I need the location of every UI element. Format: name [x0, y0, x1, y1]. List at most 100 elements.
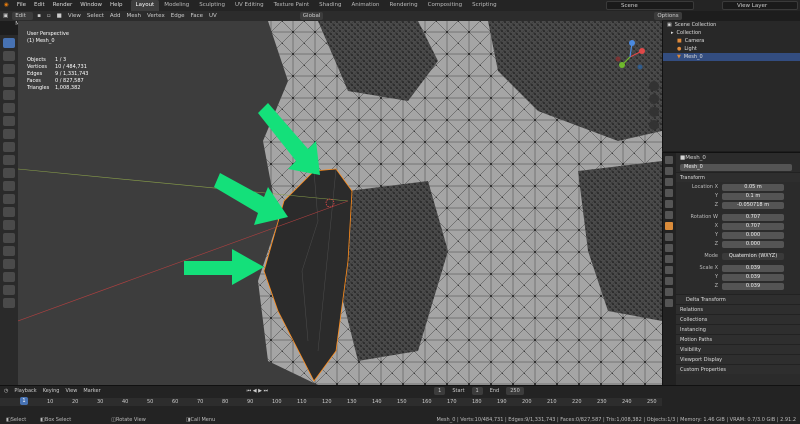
camera-view-icon[interactable]: [649, 107, 659, 117]
header-menu-view[interactable]: View: [65, 13, 84, 19]
add-cube-tool-icon[interactable]: [3, 142, 15, 152]
object-name-field[interactable]: Mesh_0: [680, 163, 792, 171]
start-frame-field[interactable]: 1: [471, 387, 483, 395]
measure-tool-icon[interactable]: [3, 129, 15, 139]
tab-texture-paint[interactable]: Texture Paint: [269, 0, 315, 11]
material-tab-icon[interactable]: [665, 288, 673, 296]
instancing-section[interactable]: Instancing: [676, 324, 800, 334]
location-y-field[interactable]: 0.1 m: [722, 192, 784, 200]
rotation-z-field[interactable]: 0.000: [722, 240, 784, 248]
outliner-scene-collection[interactable]: ▣ Scene Collection: [663, 21, 800, 29]
rotation-w-field[interactable]: 0.707: [722, 213, 784, 221]
tab-animation[interactable]: Animation: [346, 0, 384, 11]
editor-type-icon[interactable]: ▣: [0, 13, 11, 19]
frame-ruler[interactable]: 1102030405060708090100110120130140150160…: [0, 398, 662, 406]
transform-section-header[interactable]: Transform: [676, 172, 800, 182]
tab-scripting[interactable]: Scripting: [467, 0, 501, 11]
spin-tool-icon[interactable]: [3, 233, 15, 243]
scale-z-field[interactable]: 0.039: [722, 282, 784, 290]
mode-dropdown[interactable]: Edit Mode: [12, 12, 34, 27]
zoom-icon[interactable]: [649, 81, 659, 91]
select-mode-face-icon[interactable]: ■: [54, 13, 65, 19]
menu-edit[interactable]: Edit: [30, 0, 49, 11]
viewport-display-section[interactable]: Viewport Display: [676, 354, 800, 364]
tab-compositing[interactable]: Compositing: [423, 0, 467, 11]
location-x-field[interactable]: 0.05 m: [722, 183, 784, 191]
menu-help[interactable]: Help: [106, 0, 127, 11]
orientation-dropdown[interactable]: Global: [299, 12, 324, 20]
header-menu-select[interactable]: Select: [84, 13, 107, 19]
tab-uv-editing[interactable]: UV Editing: [230, 0, 269, 11]
scene-selector[interactable]: Scene: [606, 1, 694, 10]
select-mode-vertex-icon[interactable]: ▪: [34, 13, 44, 19]
annotate-tool-icon[interactable]: [3, 116, 15, 126]
particles-tab-icon[interactable]: [665, 244, 673, 252]
ortho-toggle-icon[interactable]: [649, 120, 659, 130]
outliner-mesh[interactable]: ▼ Mesh_0: [663, 53, 800, 61]
scale-tool-icon[interactable]: [3, 90, 15, 100]
timeline-menu-view[interactable]: View: [65, 388, 77, 394]
current-frame-field[interactable]: 1: [434, 387, 446, 395]
tool-tab-icon[interactable]: [665, 156, 673, 164]
knife-tool-icon[interactable]: [3, 207, 15, 217]
visibility-section[interactable]: Visibility: [676, 344, 800, 354]
delta-transform-section[interactable]: Delta Transform: [676, 294, 800, 304]
transform-tool-icon[interactable]: [3, 103, 15, 113]
custom-properties-section[interactable]: Custom Properties: [676, 364, 800, 374]
output-tab-icon[interactable]: [665, 178, 673, 186]
timeline-editor-icon[interactable]: ◷: [4, 388, 8, 394]
outliner-collection[interactable]: ▸ Collection: [663, 29, 800, 37]
world-tab-icon[interactable]: [665, 211, 673, 219]
blender-logo-icon[interactable]: ◉: [0, 0, 13, 11]
pan-icon[interactable]: [649, 94, 659, 104]
scale-y-field[interactable]: 0.039: [722, 273, 784, 281]
rip-tool-icon[interactable]: [3, 298, 15, 308]
collections-section[interactable]: Collections: [676, 314, 800, 324]
header-menu-add[interactable]: Add: [107, 13, 124, 19]
header-menu-uv[interactable]: UV: [206, 13, 220, 19]
tab-modeling[interactable]: Modeling: [159, 0, 194, 11]
render-tab-icon[interactable]: [665, 167, 673, 175]
playback-controls[interactable]: ⏮ ◀ ▶ ⏭: [247, 388, 268, 394]
3d-viewport[interactable]: User Perspective (1) Mesh_0 Objects 1 / 3…: [18, 21, 662, 385]
timeline-menu-keying[interactable]: Keying: [43, 388, 60, 394]
object-tab-icon[interactable]: [665, 222, 673, 230]
select-box-tool-icon[interactable]: [3, 38, 15, 48]
rotation-y-field[interactable]: 0.000: [722, 231, 784, 239]
location-z-field[interactable]: -0.050718 m: [722, 201, 784, 209]
modifier-tab-icon[interactable]: [665, 233, 673, 241]
inset-tool-icon[interactable]: [3, 168, 15, 178]
physics-tab-icon[interactable]: [665, 255, 673, 263]
extrude-tool-icon[interactable]: [3, 155, 15, 165]
header-menu-edge[interactable]: Edge: [168, 13, 188, 19]
select-mode-edge-icon[interactable]: ▫: [44, 13, 54, 19]
navigation-gizmo[interactable]: [612, 39, 648, 75]
timeline-menu-playback[interactable]: Playback: [14, 388, 36, 394]
texture-tab-icon[interactable]: [665, 299, 673, 307]
header-menu-face[interactable]: Face: [188, 13, 206, 19]
view-layer-selector[interactable]: View Layer: [722, 1, 798, 10]
playhead[interactable]: 1: [20, 397, 28, 405]
timeline-menu-marker[interactable]: Marker: [83, 388, 100, 394]
motion-paths-section[interactable]: Motion Paths: [676, 334, 800, 344]
loop-cut-tool-icon[interactable]: [3, 194, 15, 204]
header-menu-mesh[interactable]: Mesh: [124, 13, 144, 19]
menu-window[interactable]: Window: [76, 0, 106, 11]
tab-rendering[interactable]: Rendering: [385, 0, 423, 11]
outliner-light[interactable]: ● Light: [663, 45, 800, 53]
move-tool-icon[interactable]: [3, 64, 15, 74]
data-tab-icon[interactable]: [665, 277, 673, 285]
menu-file[interactable]: File: [13, 0, 30, 11]
smooth-tool-icon[interactable]: [3, 246, 15, 256]
view-layer-tab-icon[interactable]: [665, 189, 673, 197]
tab-sculpting[interactable]: Sculpting: [194, 0, 230, 11]
relations-section[interactable]: Relations: [676, 304, 800, 314]
outliner-camera[interactable]: ■ Camera: [663, 37, 800, 45]
constraints-tab-icon[interactable]: [665, 266, 673, 274]
rotate-tool-icon[interactable]: [3, 77, 15, 87]
tab-shading[interactable]: Shading: [314, 0, 346, 11]
end-frame-field[interactable]: 250: [506, 387, 524, 395]
shear-tool-icon[interactable]: [3, 285, 15, 295]
options-dropdown[interactable]: Options: [654, 12, 682, 20]
cursor-tool-icon[interactable]: [3, 51, 15, 61]
